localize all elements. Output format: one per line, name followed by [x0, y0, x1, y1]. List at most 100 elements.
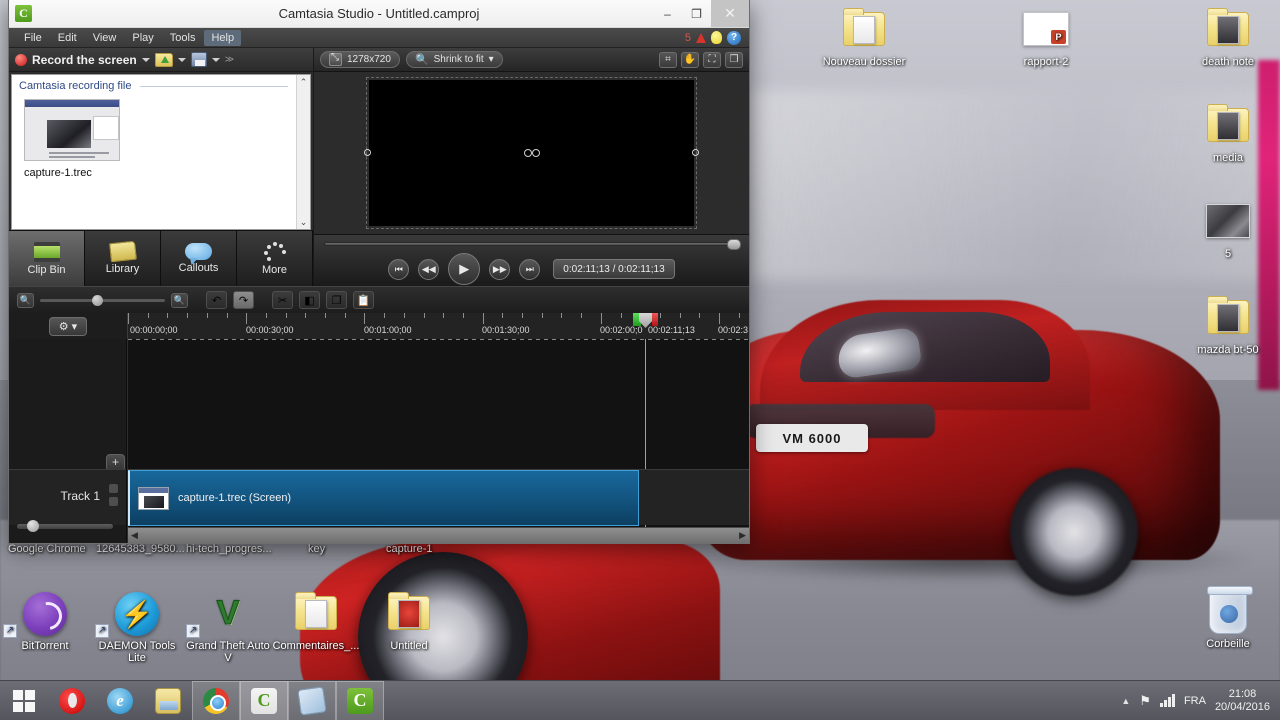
produce-share-icon[interactable]	[190, 52, 207, 67]
clip-thumbnail[interactable]	[24, 99, 120, 161]
preview-tool-buttons[interactable]: ⌗ ✋ ⛶ ❐	[659, 51, 743, 68]
menu-file[interactable]: File	[17, 30, 49, 46]
desktop-icon-bittorrent[interactable]: ↗ BitTorrent	[0, 592, 93, 652]
resize-handle-right[interactable]	[692, 149, 699, 156]
desktop-icon-media[interactable]: media	[1180, 104, 1276, 164]
import-dropdown-caret-icon[interactable]	[177, 57, 186, 62]
scroll-up-arrow-icon[interactable]: ⌃	[297, 75, 310, 89]
zoom-in-icon[interactable]: 🔍	[171, 292, 188, 308]
seek-bar[interactable]	[324, 239, 741, 250]
step-back-button[interactable]: ◀◀	[418, 258, 440, 280]
record-screen-button[interactable]: Record the screen	[32, 53, 137, 67]
taskbar-item-file-explorer[interactable]	[144, 681, 192, 720]
clip-bin-list[interactable]: Camtasia recording file capture-1.trec ⌃…	[11, 74, 311, 230]
timeline-ruler-row[interactable]: ⚙ ▾ 00:00:00;00 00:00:30;00 00:01:00;00 00:…	[9, 313, 749, 339]
tab-clip-bin[interactable]: Clip Bin	[9, 231, 85, 286]
track-header-row[interactable]: Track 1	[9, 469, 126, 525]
taskbar-item-internet-explorer[interactable]: e	[96, 681, 144, 720]
taskbar-item-opera[interactable]	[48, 681, 96, 720]
desktop-icon-rapport-2[interactable]: P rapport-2	[998, 8, 1094, 68]
timeline-ruler[interactable]: 00:00:00;00 00:00:30;00 00:01:00;00 00:01:3…	[127, 313, 749, 339]
left-pane-tabs[interactable]: Clip Bin Library Callouts More	[9, 230, 313, 286]
record-dropdown-caret-icon[interactable]	[141, 57, 150, 62]
timeline-settings-cell[interactable]: ⚙ ▾	[9, 313, 127, 339]
desktop-icon-corbeille[interactable]: Corbeille	[1180, 586, 1276, 650]
tab-more[interactable]: More	[237, 231, 313, 286]
detach-preview-icon[interactable]: ❐	[725, 51, 743, 68]
split-icon[interactable]: ◧	[299, 291, 320, 309]
timeline-tracks[interactable]: + Track 1 capture-1.trec (Screen) ◀ ▶	[9, 339, 749, 543]
clock[interactable]: 21:08 20/04/2016	[1215, 688, 1270, 714]
canvas-dimensions-button[interactable]: 1278x720	[320, 51, 400, 68]
show-hidden-icons-icon[interactable]: ▲	[1121, 696, 1130, 706]
timeline-horizontal-scrollbar[interactable]: ◀ ▶	[128, 527, 749, 543]
cut-icon[interactable]: ✂	[272, 291, 293, 309]
taskbar[interactable]: e C C ▲ ⚑ FRA 21:08 20/04/2016	[0, 680, 1280, 720]
track-content-area[interactable]: capture-1.trec (Screen) ◀ ▶	[127, 339, 749, 543]
track-toggle-icons[interactable]	[109, 484, 118, 506]
zoom-mode-dropdown[interactable]: 🔍 Shrink to fit ▾	[405, 51, 503, 68]
scroll-right-arrow-icon[interactable]: ▶	[739, 530, 746, 541]
record-toolbar[interactable]: Record the screen ≫	[9, 48, 313, 72]
preview-canvas[interactable]	[364, 77, 699, 229]
preview-stage[interactable]	[314, 72, 749, 234]
jump-to-start-button[interactable]: ⏮	[388, 258, 410, 280]
desktop-icon-death-note[interactable]: death note	[1180, 8, 1276, 68]
taskbar-item-snipping-tool[interactable]	[288, 680, 336, 720]
track-1-row[interactable]: capture-1.trec (Screen)	[128, 469, 749, 526]
desktop-icon-5[interactable]: 5	[1180, 200, 1276, 260]
seek-handle[interactable]	[727, 239, 741, 250]
preview-toolbar[interactable]: 1278x720 🔍 Shrink to fit ▾ ⌗ ✋ ⛶ ❐	[314, 48, 749, 72]
menu-bar[interactable]: File Edit View Play Tools Help 5 ?	[9, 28, 749, 48]
redo-icon[interactable]: ↷	[233, 291, 254, 309]
network-icon[interactable]: ⚑	[1139, 693, 1151, 709]
timeline-toolbar[interactable]: 🔍 🔍 ↶ ↷ ✂ ◧ ❐ 📋	[9, 287, 749, 313]
undo-icon[interactable]: ↶	[206, 291, 227, 309]
desktop-icon-mazda-bt-50[interactable]: mazda bt-50	[1180, 296, 1276, 356]
scroll-down-arrow-icon[interactable]: ⌄	[297, 215, 310, 229]
warning-triangle-icon[interactable]	[696, 32, 706, 43]
hand-pan-icon[interactable]: ✋	[681, 51, 699, 68]
menu-help[interactable]: Help	[204, 29, 242, 46]
produce-dropdown-caret-icon[interactable]	[211, 57, 220, 62]
zoom-out-icon[interactable]: 🔍	[17, 292, 34, 308]
tab-library[interactable]: Library	[85, 231, 161, 286]
language-indicator[interactable]: FRA	[1184, 695, 1206, 707]
taskbar-item-camtasia-recorder[interactable]: C	[336, 680, 384, 720]
menu-play[interactable]: Play	[125, 30, 160, 46]
play-button[interactable]: ▶	[448, 253, 481, 285]
clip-bin-scrollbar[interactable]: ⌃ ⌄	[296, 75, 310, 229]
taskbar-item-chrome[interactable]	[192, 680, 240, 720]
copy-icon[interactable]: ❐	[326, 291, 347, 309]
timeline-clip[interactable]: capture-1.trec (Screen)	[128, 470, 639, 526]
fullscreen-icon[interactable]: ⛶	[703, 51, 721, 68]
desktop-icon-nouveau-dossier[interactable]: Nouveau dossier	[816, 8, 912, 68]
track-headers[interactable]: + Track 1	[9, 339, 127, 543]
tab-callouts[interactable]: Callouts	[161, 231, 237, 286]
system-tray[interactable]: ▲ ⚑ FRA 21:08 20/04/2016	[1121, 688, 1280, 714]
import-media-icon[interactable]	[154, 52, 173, 67]
timeline-settings-button[interactable]: ⚙ ▾	[49, 316, 87, 336]
toolbar-overflow-icon[interactable]: ≫	[225, 54, 234, 65]
start-button[interactable]	[0, 681, 48, 720]
desktop-icon-grand-theft-auto-v[interactable]: V ↗ Grand Theft Auto V	[180, 592, 276, 664]
track-volume-slider[interactable]	[17, 520, 113, 532]
clip-bin-item[interactable]	[12, 92, 310, 161]
paste-icon[interactable]: 📋	[353, 291, 374, 309]
step-forward-button[interactable]: ▶▶	[489, 258, 511, 280]
marker-out-icon[interactable]	[652, 313, 658, 326]
zoom-slider-handle[interactable]	[92, 294, 103, 306]
help-question-icon[interactable]: ?	[727, 30, 741, 45]
player-controls[interactable]: ⏮ ◀◀ ▶ ▶▶ ⏭ 0:02:11;13 / 0:02:11;13	[314, 234, 749, 286]
menu-edit[interactable]: Edit	[51, 30, 84, 46]
desktop-icon-daemon-tools-lite[interactable]: ⚡ ↗ DAEMON Tools Lite	[89, 592, 185, 664]
lightbulb-icon[interactable]	[711, 31, 722, 44]
volume-slider-handle[interactable]	[27, 520, 39, 532]
desktop-icon-commentaires[interactable]: Commentaires_...	[268, 592, 364, 652]
camtasia-studio-window[interactable]: C Camtasia Studio - Untitled.camproj – ❐…	[8, 0, 750, 544]
signal-bars-icon[interactable]	[1159, 694, 1175, 707]
desktop-icon-untitled[interactable]: Untitled	[361, 592, 457, 652]
timeline-zoom-slider[interactable]	[40, 294, 165, 306]
menu-tools[interactable]: Tools	[163, 30, 203, 46]
taskbar-item-camtasia-studio[interactable]: C	[240, 680, 288, 720]
